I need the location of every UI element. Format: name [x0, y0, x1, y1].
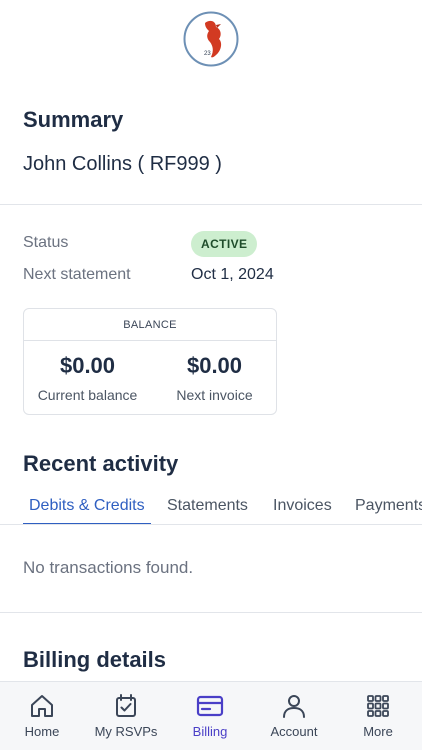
next-statement-label: Next statement: [23, 266, 131, 283]
nav-billing[interactable]: Billing: [168, 682, 252, 750]
status-badge: ACTIVE: [191, 231, 258, 257]
divider: [0, 612, 422, 613]
divider: [0, 204, 422, 205]
next-statement-value: Oct 1, 2024: [191, 266, 274, 283]
nav-home-label: Home: [24, 724, 60, 739]
nav-my-rsvps-label: My RSVPs: [94, 724, 158, 739]
tab-payments[interactable]: Payments: [349, 490, 422, 525]
logo-number: 23: [204, 51, 211, 57]
credit-card-icon: [196, 692, 224, 720]
person-icon: [280, 692, 308, 720]
current-balance-label: Current balance: [37, 387, 138, 403]
activity-tabs: Debits & Credits Statements Invoices Pay…: [0, 490, 422, 525]
nav-home[interactable]: Home: [0, 682, 84, 750]
next-invoice-amount: $0.00: [186, 353, 243, 378]
nav-account[interactable]: Account: [252, 682, 336, 750]
next-invoice: $0.00 Next invoice: [151, 353, 278, 403]
summary-title: Summary: [23, 107, 124, 132]
next-invoice-label: Next invoice: [176, 387, 253, 403]
tab-debits-credits[interactable]: Debits & Credits: [23, 490, 151, 525]
billing-details-title: Billing details: [23, 647, 167, 672]
nav-account-label: Account: [270, 724, 318, 739]
home-icon: [28, 692, 56, 720]
nav-my-rsvps[interactable]: My RSVPs: [84, 682, 168, 750]
calendar-check-icon: [112, 692, 140, 720]
current-balance-amount: $0.00: [59, 353, 116, 378]
balance-header: BALANCE: [24, 309, 276, 341]
tab-statements[interactable]: Statements: [161, 490, 254, 525]
bottom-nav: Home My RSVPs Billing Account More: [0, 681, 422, 750]
balance-card: BALANCE $0.00 Current balance $0.00 Next…: [23, 308, 277, 415]
member-name: John Collins ( RF999 ): [23, 153, 222, 175]
nav-billing-label: Billing: [192, 724, 228, 739]
empty-transactions-message: No transactions found.: [23, 558, 194, 577]
nav-more-label: More: [363, 724, 393, 739]
tabs-divider: [0, 524, 422, 525]
recent-activity-title: Recent activity: [23, 451, 179, 476]
grid-dots-icon: [364, 692, 392, 720]
tab-invoices[interactable]: Invoices: [267, 490, 338, 525]
status-label: Status: [23, 234, 69, 251]
current-balance: $0.00 Current balance: [24, 353, 151, 403]
club-logo: 23: [183, 11, 239, 67]
nav-more[interactable]: More: [336, 682, 420, 750]
